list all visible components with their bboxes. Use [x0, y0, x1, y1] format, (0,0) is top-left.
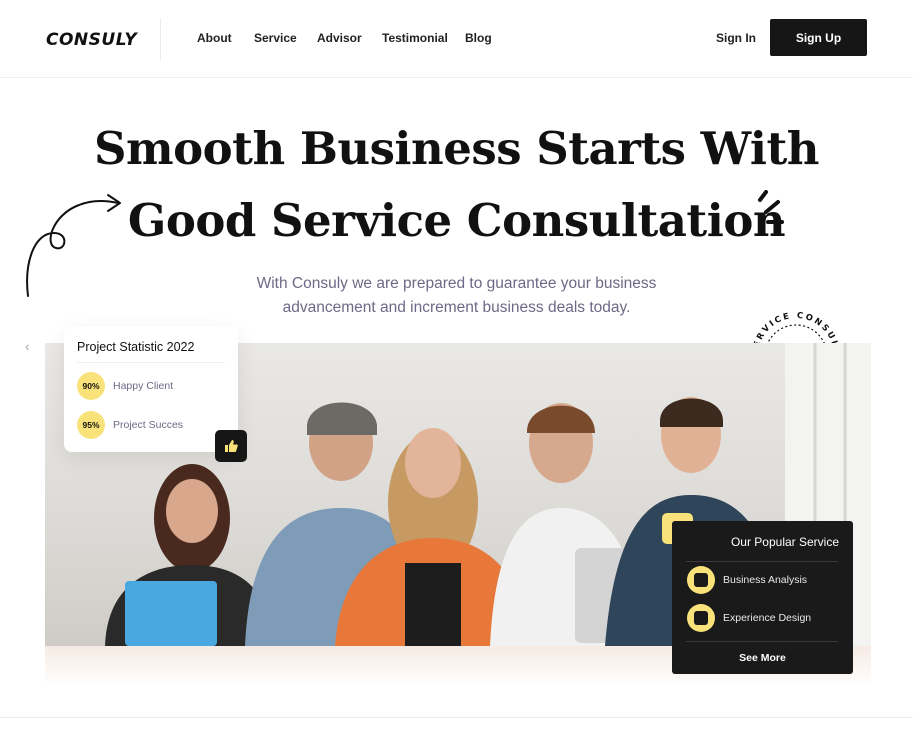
chevron-left-icon[interactable]: ‹ [25, 338, 30, 354]
design-icon [687, 604, 715, 632]
section-divider [0, 717, 913, 718]
chart-icon [687, 566, 715, 594]
hero-heading-line2: Good Service Consultation [0, 194, 913, 247]
nav-item-service[interactable]: Service [254, 31, 297, 45]
heading-highlight-consultation: Consultation [466, 194, 786, 247]
sign-up-button[interactable]: Sign Up [770, 19, 867, 56]
stat-label: Project Succes [113, 419, 184, 431]
nav-item-advisor[interactable]: Advisor [317, 31, 362, 45]
service-card-title: Our Popular Service [730, 535, 839, 549]
service-item-experience-design[interactable]: Experience Design [723, 612, 811, 624]
top-navbar: CONSULY About Service Advisor Testimonia… [0, 0, 913, 78]
divider [686, 561, 838, 562]
project-statistic-card: Project Statistic 2022 90% Happy Client … [64, 326, 238, 452]
nav-item-blog[interactable]: Blog [465, 31, 492, 45]
sign-in-link[interactable]: Sign In [716, 31, 756, 45]
divider [77, 362, 225, 363]
heading-text-pre: Smooth [94, 122, 300, 175]
heading-text-post: Starts With [521, 122, 819, 175]
stat-percent-badge: 95% [77, 411, 105, 439]
stat-percent-badge: 90% [77, 372, 105, 400]
nav-divider [160, 18, 161, 60]
hero-subtitle-line1: With Consuly we are prepared to guarante… [256, 275, 657, 292]
nav-item-about[interactable]: About [197, 31, 232, 45]
thumbs-up-icon [215, 430, 247, 462]
see-more-link[interactable]: See More [672, 652, 853, 664]
heading-text-pre: Good Service [127, 194, 467, 247]
popular-service-card: Our Popular Service Business Analysis Ex… [672, 521, 853, 674]
service-item-business-analysis[interactable]: Business Analysis [723, 574, 807, 586]
heading-highlight-business: Business [299, 122, 522, 175]
nav-item-testimonial[interactable]: Testimonial [382, 31, 448, 45]
divider [686, 641, 838, 642]
brand-logo[interactable]: CONSULY [46, 30, 137, 50]
stat-card-title: Project Statistic 2022 [77, 340, 195, 354]
stat-label: Happy Client [113, 380, 174, 392]
hero-heading-line1: Smooth Business Starts With [0, 122, 913, 175]
